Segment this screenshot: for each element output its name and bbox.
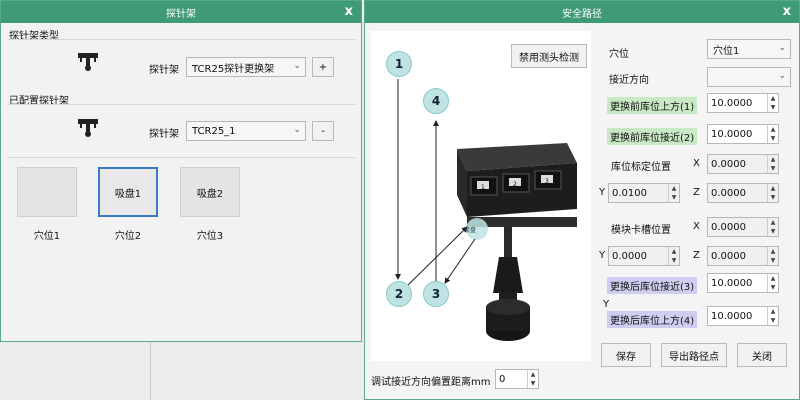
approach-offset-input[interactable]: 0 ▲ ▼ (495, 369, 539, 389)
rack-type-label: 探针架 (149, 65, 179, 76)
approach-offset-value: 0 (499, 373, 506, 385)
spinner-arrows-icon[interactable]: ▲ ▼ (767, 307, 778, 325)
spinner-arrows-icon[interactable]: ▲ ▼ (767, 184, 778, 202)
safe-path-diagram: 吸盘 1 2 3 1 2 3 4 禁用测头检测 (371, 31, 591, 361)
probe-rack-titlebar: 探针架 x (1, 1, 361, 23)
slot-tile-3[interactable]: 吸盘2 (180, 167, 240, 217)
module-y-value: 0.0000 (612, 250, 647, 262)
calib-y-input[interactable]: 0.0100 ▲ ▼ (608, 183, 680, 203)
rack-slot-label-1: 1 (481, 184, 485, 191)
approach-direction-label: 接近方向 (609, 75, 649, 86)
rack-type-select[interactable]: TCR25探针更换架 ⌄ (186, 57, 306, 77)
probe-rack-window: 探针架 x 探针架类型 探针架 TCR25探针更换架 ⌄ + 已配置探针架 探针… (0, 0, 362, 342)
pre-near-label: 更换前库位接近(2) (607, 128, 698, 145)
post-near-label: 更换后库位接近(3) (607, 277, 698, 294)
post-above-y-label: Y (603, 299, 610, 310)
slot-value: 穴位1 (713, 45, 740, 57)
pre-above-input[interactable]: 10.0000 ▲ ▼ (707, 93, 779, 113)
approach-offset-label: 调试接近方向偏置距离mm (371, 377, 491, 388)
chevron-down-icon: ⌄ (778, 43, 786, 53)
calib-x-label: X (693, 158, 700, 169)
module-z-input[interactable]: 0.0000 ▲ ▼ (707, 246, 779, 266)
slot-label-2: 穴位2 (114, 231, 142, 242)
save-button[interactable]: 保存 (601, 343, 651, 367)
approach-direction-select[interactable]: ⌄ (707, 67, 791, 87)
spinner-arrows-icon[interactable]: ▲ ▼ (767, 274, 778, 292)
pre-near-value: 10.0000 (711, 128, 753, 140)
calib-y-value: 0.0100 (612, 187, 647, 199)
calib-z-label: Z (693, 187, 700, 198)
slot-label-3: 穴位3 (196, 231, 224, 242)
pre-above-value: 10.0000 (711, 97, 753, 109)
calib-position-label: 库位标定位置 (611, 162, 671, 173)
pre-above-label: 更换前库位上方(1) (607, 97, 698, 114)
path-point-4: 4 (423, 88, 449, 114)
post-near-value: 10.0000 (711, 277, 753, 289)
safe-path-window: 安全路径 x 吸盘 1 2 3 1 2 3 4 禁用测头检测 穴位 穴位1 ⌄ … (364, 0, 800, 400)
path-point-2: 2 (386, 281, 412, 307)
chevron-down-icon: ⌄ (293, 125, 301, 135)
divider (7, 157, 355, 158)
spinner-arrows-icon[interactable]: ▲ ▼ (767, 218, 778, 236)
close-icon[interactable]: x (783, 4, 791, 19)
post-above-value: 10.0000 (711, 310, 753, 322)
configured-rack-select[interactable]: TCR25_1 ⌄ (186, 121, 306, 141)
pre-near-input[interactable]: 10.0000 ▲ ▼ (707, 124, 779, 144)
probe-rack-icon (78, 119, 98, 137)
spinner-arrows-icon[interactable]: ▲ ▼ (767, 155, 778, 173)
spinner-arrows-icon[interactable]: ▲ ▼ (767, 125, 778, 143)
module-slot-label: 模块卡槽位置 (611, 225, 671, 236)
calib-x-input[interactable]: 0.0000 ▲ ▼ (707, 154, 779, 174)
background-line (150, 342, 151, 400)
spinner-arrows-icon[interactable]: ▲ ▼ (668, 247, 679, 265)
close-icon[interactable]: x (345, 4, 353, 19)
calib-z-input[interactable]: 0.0000 ▲ ▼ (707, 183, 779, 203)
post-above-label: 更换后库位上方(4) (607, 311, 698, 328)
divider (7, 104, 355, 105)
slot-label-1: 穴位1 (33, 231, 61, 242)
calib-z-value: 0.0000 (711, 187, 746, 199)
spinner-arrows-icon[interactable]: ▲ ▼ (767, 247, 778, 265)
calib-x-value: 0.0000 (711, 158, 746, 170)
probe-rack-title: 探针架 (166, 8, 196, 20)
chevron-down-icon: ⌄ (778, 71, 786, 81)
module-x-input[interactable]: 0.0000 ▲ ▼ (707, 217, 779, 237)
path-point-3: 3 (423, 281, 449, 307)
export-path-points-button[interactable]: 导出路径点 (661, 343, 727, 367)
slot-select[interactable]: 穴位1 ⌄ (707, 39, 791, 59)
add-rack-button[interactable]: + (312, 57, 334, 77)
safe-path-title: 安全路径 (562, 8, 602, 20)
slot-label: 穴位 (609, 49, 629, 60)
spinner-arrows-icon[interactable]: ▲ ▼ (767, 94, 778, 112)
module-x-value: 0.0000 (711, 221, 746, 233)
rack-slot-label-2: 2 (513, 181, 517, 188)
spinner-arrows-icon[interactable]: ▲ ▼ (527, 370, 538, 388)
path-point-1: 1 (386, 51, 412, 77)
rack-slot-label-3: 3 (545, 178, 549, 185)
module-y-input[interactable]: 0.0000 ▲ ▼ (608, 246, 680, 266)
calib-y-label: Y (599, 187, 606, 198)
module-z-value: 0.0000 (711, 250, 746, 262)
spinner-arrows-icon[interactable]: ▲ ▼ (668, 184, 679, 202)
post-near-input[interactable]: 10.0000 ▲ ▼ (707, 273, 779, 293)
post-above-input[interactable]: 10.0000 ▲ ▼ (707, 306, 779, 326)
module-y-label: Y (599, 250, 606, 261)
slot-tile-2[interactable]: 吸盘1 (98, 167, 158, 217)
divider (7, 39, 355, 40)
remove-rack-button[interactable]: - (312, 121, 334, 141)
chevron-down-icon: ⌄ (293, 61, 301, 71)
disable-probe-check-button[interactable]: 禁用测头检测 (511, 44, 587, 68)
probe-rack-icon (78, 53, 98, 71)
probe-holder-illustration (395, 79, 577, 341)
chip-label: 吸盘 (464, 227, 477, 234)
configured-rack-label: 探针架 (149, 129, 179, 140)
module-x-label: X (693, 221, 700, 232)
configured-rack-value: TCR25_1 (192, 125, 236, 137)
safe-path-titlebar: 安全路径 x (365, 1, 799, 23)
rack-type-value: TCR25探针更换架 (192, 63, 275, 75)
module-z-label: Z (693, 250, 700, 261)
slot-tile-1[interactable] (17, 167, 77, 217)
close-button[interactable]: 关闭 (737, 343, 787, 367)
